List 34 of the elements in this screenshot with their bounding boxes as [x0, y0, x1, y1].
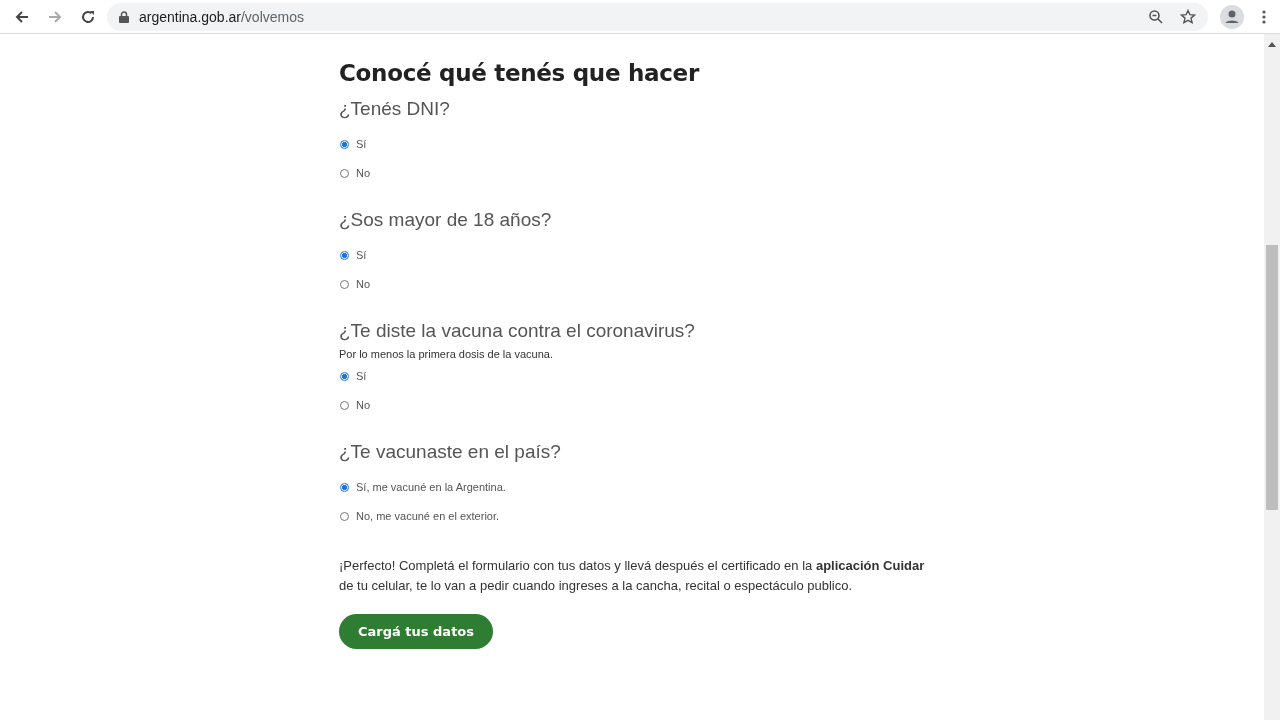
star-icon[interactable] [1180, 8, 1196, 25]
radio-button[interactable] [340, 139, 349, 149]
zoom-out-icon[interactable] [1148, 8, 1164, 25]
question-heading: ¿Sos mayor de 18 años? [339, 208, 553, 232]
radio-button[interactable] [340, 482, 349, 492]
back-icon[interactable] [14, 8, 30, 25]
radio-button[interactable] [340, 250, 349, 260]
load-data-button[interactable]: Cargá tus datos [339, 614, 494, 649]
option-label[interactable]: No [356, 278, 371, 290]
reload-icon[interactable] [80, 8, 96, 25]
option-label[interactable]: No [356, 399, 371, 411]
menu-icon[interactable] [1262, 8, 1266, 25]
url-path: /volvemos [240, 8, 304, 25]
question-heading: ¿Te vacunaste en el país? [339, 440, 562, 464]
option-label[interactable]: No [356, 167, 371, 179]
scrollbar[interactable] [1264, 34, 1280, 720]
question-hint: Por lo menos la primera dosis de la vacuna. [339, 348, 554, 360]
scroll-up-icon[interactable] [1268, 42, 1276, 47]
question-heading: ¿Te diste la vacuna contra el coronavirus? [339, 319, 696, 343]
question-heading: ¿Tenés DNI? [339, 97, 451, 121]
radio-button[interactable] [340, 371, 349, 381]
profile-icon[interactable] [1220, 4, 1244, 29]
option-label[interactable]: Sí [356, 138, 367, 150]
option-label[interactable]: Sí [356, 370, 367, 382]
page-title: Conocé qué tenés que hacer [339, 60, 701, 86]
info-paragraph: ¡Perfecto! Completá el formulario con tus datos y llevá después el certificado en la aplicación Cuidar de tu celular, te lo van a pedir cuando ingreses a la cancha, recital o espectáculo publico. [339, 557, 926, 595]
option-label[interactable]: Sí, me vacuné en la Argentina. [356, 481, 506, 493]
address-bar[interactable]: argentina.gob.ar/volvemos [107, 2, 1208, 31]
option-label[interactable]: No, me vacuné en el exterior. [356, 510, 500, 522]
option-label[interactable]: Sí [356, 249, 367, 261]
url-host: argentina.gob.ar [139, 8, 241, 25]
lock-icon [119, 10, 129, 23]
scrollbar-thumb[interactable] [1266, 245, 1278, 510]
forward-icon[interactable] [47, 8, 63, 25]
